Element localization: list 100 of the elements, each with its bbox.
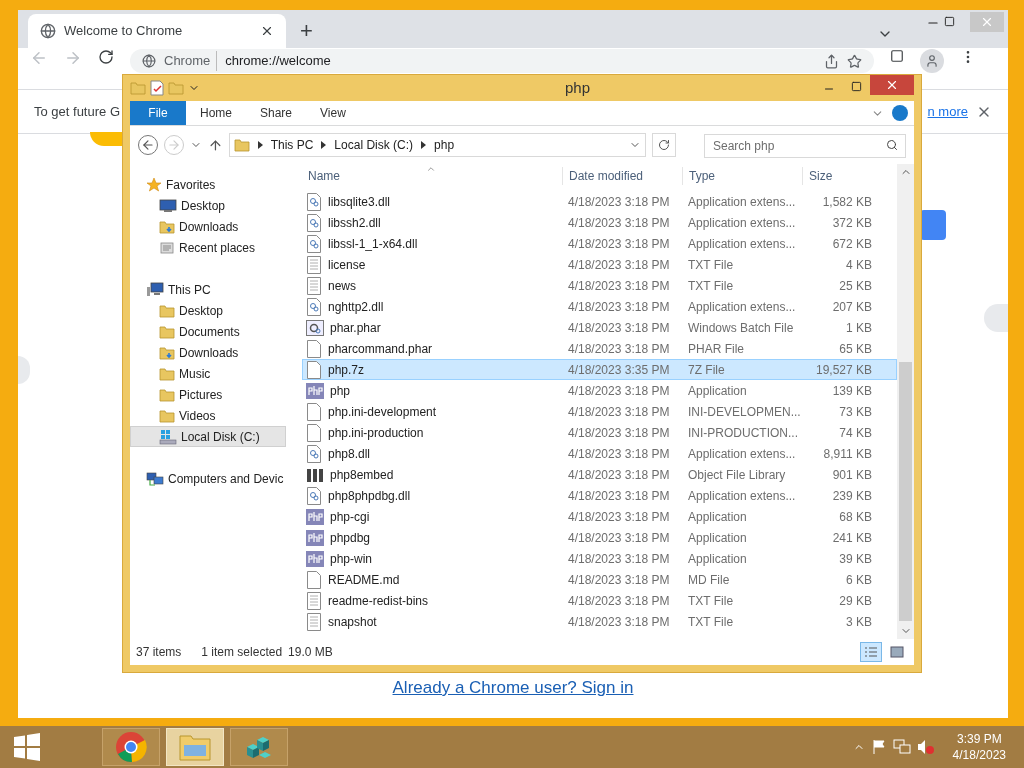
file-name: readme-redist-bins xyxy=(328,592,429,610)
blank-file-icon xyxy=(306,570,322,589)
file-row[interactable]: libssh2.dll 4/18/2023 3:18 PM Application extens... 372 KB xyxy=(302,212,897,233)
breadcrumb[interactable]: Local Disk (C:) xyxy=(334,136,414,154)
nav-item[interactable]: Documents xyxy=(130,321,302,342)
column-header[interactable]: Name xyxy=(302,167,562,185)
file-row[interactable]: php-win 4/18/2023 3:18 PM Application 39 KB xyxy=(302,548,897,569)
search-field[interactable]: Search php xyxy=(704,134,906,158)
network-icon[interactable] xyxy=(892,739,911,755)
file-row[interactable]: php.ini-production 4/18/2023 3:18 PM INI-PRODUCTION... 74 KB xyxy=(302,422,897,443)
nav-item[interactable]: Music xyxy=(130,363,302,384)
size-cell-text: 4 KB xyxy=(845,256,873,274)
scrollbar[interactable] xyxy=(897,164,914,639)
type-cell-text: Application extens... xyxy=(687,193,797,211)
properties-icon[interactable] xyxy=(150,80,164,96)
nav-item[interactable]: Downloads xyxy=(130,216,302,237)
file-row[interactable]: php8.dll 4/18/2023 3:18 PM Application extens... 8,911 KB xyxy=(302,443,897,464)
address-field[interactable]: This PC Local Disk (C:) php xyxy=(228,133,647,157)
size-cell-text: 372 KB xyxy=(831,214,873,232)
reload-icon[interactable] xyxy=(98,49,114,65)
file-name: php.7z xyxy=(328,361,365,379)
taskbar-button[interactable] xyxy=(102,728,160,766)
breadcrumb[interactable]: php xyxy=(434,136,455,154)
file-row[interactable]: php8phpdbg.dll 4/18/2023 3:18 PM Application extens... 239 KB xyxy=(302,485,897,506)
column-header[interactable]: Date modified xyxy=(562,167,682,185)
maximize-icon[interactable] xyxy=(851,81,862,92)
size-cell-text: 239 KB xyxy=(831,487,873,505)
close-button[interactable] xyxy=(870,75,914,95)
learn-more-link[interactable]: n more xyxy=(927,101,968,122)
details-view-button[interactable] xyxy=(860,642,882,662)
file-row[interactable]: php8embed 4/18/2023 3:18 PM Object File Library 901 KB xyxy=(302,464,897,485)
blank-file-icon xyxy=(306,339,322,358)
picture-icon xyxy=(890,646,904,658)
file-row[interactable]: php 4/18/2023 3:18 PM Application 139 KB xyxy=(302,380,897,401)
ribbon-tab[interactable]: Home xyxy=(186,101,246,125)
file-row[interactable]: libssl-1_1-x64.dll 4/18/2023 3:18 PM Application extens... 672 KB xyxy=(302,233,897,254)
nav-item[interactable]: Downloads xyxy=(130,342,302,363)
address-bar[interactable]: Chrome chrome://welcome xyxy=(130,49,874,73)
date-cell-text: 4/18/2023 3:18 PM xyxy=(567,319,671,337)
file-row[interactable]: README.md 4/18/2023 3:18 PM MD File 6 KB xyxy=(302,569,897,590)
column-header[interactable]: Size xyxy=(802,167,876,185)
flag-icon[interactable] xyxy=(870,739,887,755)
file-name: php8.dll xyxy=(328,445,371,463)
breadcrumb[interactable]: This PC xyxy=(270,136,314,154)
close-icon[interactable] xyxy=(260,24,274,38)
breadcrumb-arrow-icon[interactable] xyxy=(257,141,263,149)
type-cell-text: INI-PRODUCTION... xyxy=(687,424,799,442)
nav-item[interactable]: Videos xyxy=(130,405,302,426)
ribbon-tab[interactable]: Share xyxy=(246,101,307,125)
file-row[interactable]: phpdbg 4/18/2023 3:18 PM Application 241 KB xyxy=(302,527,897,548)
file-row[interactable]: nghttp2.dll 4/18/2023 3:18 PM Application extens... 207 KB xyxy=(302,296,897,317)
nav-item[interactable]: Local Disk (C:) xyxy=(130,426,286,447)
breadcrumb-arrow-icon[interactable] xyxy=(321,141,327,149)
share-icon[interactable] xyxy=(824,53,839,69)
file-row[interactable]: news 4/18/2023 3:18 PM TXT File 25 KB xyxy=(302,275,897,296)
file-row[interactable]: php.7z 4/18/2023 3:35 PM 7Z File 19,527 KB xyxy=(302,359,897,380)
file-row[interactable]: license 4/18/2023 3:18 PM TXT File 4 KB xyxy=(302,254,897,275)
nav-item[interactable]: Recent places xyxy=(130,237,302,258)
file-name: php.ini-production xyxy=(328,424,424,442)
nav-item[interactable]: Desktop xyxy=(130,300,302,321)
taskbar-button[interactable] xyxy=(230,728,288,766)
up-icon[interactable] xyxy=(207,137,223,153)
file-row[interactable]: readme-redist-bins 4/18/2023 3:18 PM TXT File 29 KB xyxy=(302,590,897,611)
breadcrumb-arrow-icon[interactable] xyxy=(421,141,427,149)
nav-group[interactable]: Favorites xyxy=(130,174,302,195)
nav-item[interactable]: Pictures xyxy=(130,384,302,405)
file-name: php-win xyxy=(330,550,373,568)
file-row[interactable]: snapshot 4/18/2023 3:18 PM TXT File 3 KB xyxy=(302,611,897,632)
sign-in-link[interactable]: Already a Chrome user? Sign in xyxy=(392,675,634,701)
infobar-text: To get future G xyxy=(34,102,120,121)
nav-group[interactable]: This PC xyxy=(130,279,302,300)
download-folder-icon xyxy=(159,344,175,361)
file-name: php8embed xyxy=(330,466,394,484)
side-panel-icon[interactable] xyxy=(890,49,904,63)
column-header[interactable]: Type xyxy=(682,167,802,185)
clock-date[interactable]: 4/18/2023 xyxy=(952,747,1006,763)
maximize-icon[interactable] xyxy=(944,16,955,27)
new-tab-button[interactable]: + xyxy=(300,20,313,42)
muted-speaker-icon[interactable] xyxy=(916,739,935,755)
file-row[interactable]: php-cgi 4/18/2023 3:18 PM Application 68 KB xyxy=(302,506,897,527)
php-app-icon xyxy=(306,529,324,546)
file-row[interactable]: php.ini-development 4/18/2023 3:18 PM INI-DEVELOPMEN... 73 KB xyxy=(302,401,897,422)
bookmark-icon[interactable] xyxy=(847,53,862,69)
site-icon xyxy=(142,54,156,68)
ribbon-tab[interactable]: View xyxy=(306,101,360,125)
nav-group[interactable]: Computers and Devic xyxy=(130,468,302,489)
browser-tab[interactable]: Welcome to Chrome xyxy=(28,14,286,48)
file-name: snapshot xyxy=(328,613,377,631)
file-row[interactable]: libsqlite3.dll 4/18/2023 3:18 PM Application extens... 1,582 KB xyxy=(302,191,897,212)
file-name: php8phpdbg.dll xyxy=(328,487,411,505)
clock-time[interactable]: 3:39 PM xyxy=(956,731,1002,747)
refresh-button[interactable] xyxy=(652,133,677,157)
windows-logo-icon[interactable] xyxy=(12,732,42,762)
folder-icon xyxy=(178,732,212,762)
file-row[interactable]: pharcommand.phar 4/18/2023 3:18 PM PHAR File 65 KB xyxy=(302,338,897,359)
profile-avatar[interactable] xyxy=(920,49,944,73)
file-name: README.md xyxy=(328,571,400,589)
nav-item[interactable]: Desktop xyxy=(130,195,302,216)
file-row[interactable]: phar.phar 4/18/2023 3:18 PM Windows Batch File 1 KB xyxy=(302,317,897,338)
file-name: libssh2.dll xyxy=(328,214,381,232)
